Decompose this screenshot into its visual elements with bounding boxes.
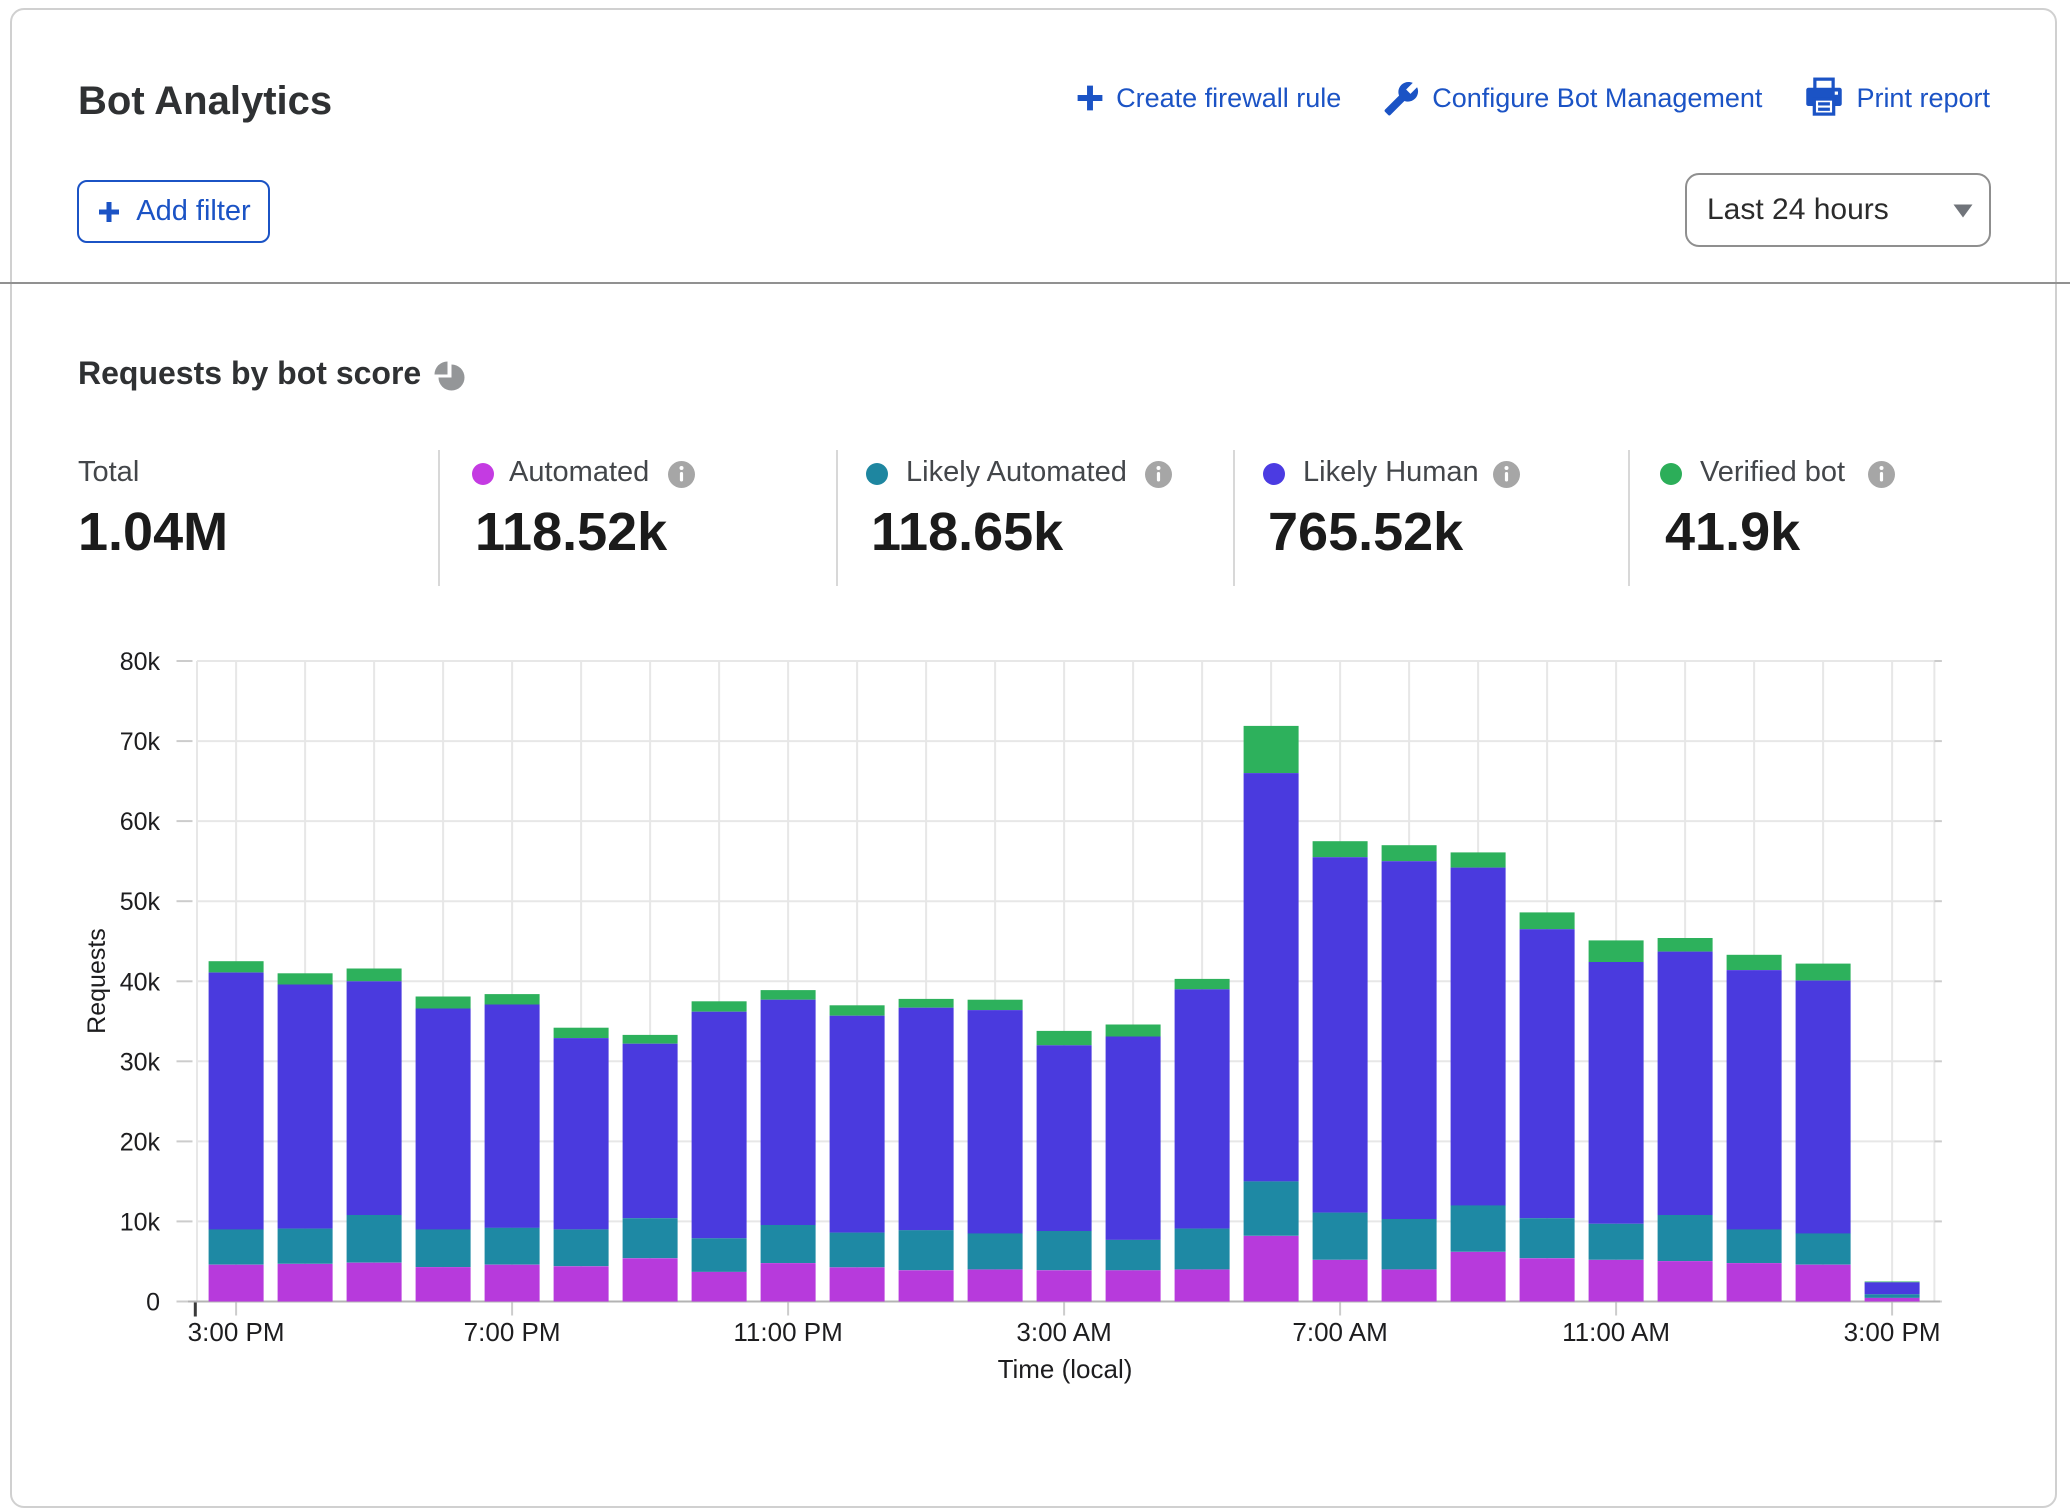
svg-text:0: 0 bbox=[146, 1289, 160, 1317]
svg-text:Time (local): Time (local) bbox=[998, 1354, 1133, 1384]
svg-text:3:00 PM: 3:00 PM bbox=[1844, 1317, 1941, 1347]
svg-text:30k: 30k bbox=[120, 1048, 161, 1076]
svg-text:40k: 40k bbox=[120, 968, 161, 996]
svg-text:50k: 50k bbox=[120, 888, 161, 916]
svg-text:60k: 60k bbox=[120, 808, 161, 836]
svg-text:3:00 PM: 3:00 PM bbox=[188, 1317, 285, 1347]
svg-text:80k: 80k bbox=[120, 648, 161, 676]
svg-text:70k: 70k bbox=[120, 728, 161, 756]
svg-text:20k: 20k bbox=[120, 1128, 161, 1156]
svg-text:3:00 AM: 3:00 AM bbox=[1016, 1317, 1111, 1347]
svg-text:11:00 PM: 11:00 PM bbox=[733, 1317, 842, 1347]
svg-text:11:00 AM: 11:00 AM bbox=[1562, 1317, 1670, 1347]
svg-text:Requests: Requests bbox=[83, 928, 111, 1034]
svg-text:10k: 10k bbox=[120, 1208, 161, 1236]
svg-text:7:00 AM: 7:00 AM bbox=[1292, 1317, 1387, 1347]
svg-text:7:00 PM: 7:00 PM bbox=[464, 1317, 561, 1347]
